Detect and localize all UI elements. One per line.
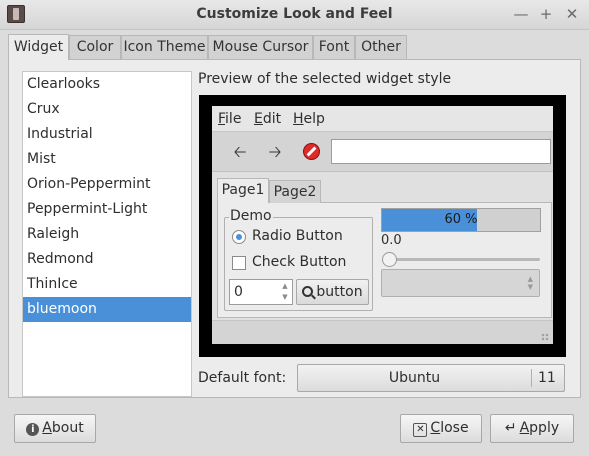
list-item[interactable]: Clearlooks (23, 72, 191, 97)
list-item[interactable]: Orion-Peppermint (23, 172, 191, 197)
menu-edit[interactable]: Edit (254, 111, 281, 127)
scale-value: 0.0 (381, 233, 402, 248)
progress-bar: 60 % (381, 208, 541, 232)
tab-other[interactable]: Other (355, 35, 407, 59)
tab-page2[interactable]: Page2 (269, 180, 321, 203)
list-item[interactable]: Raleigh (23, 222, 191, 247)
back-arrow-icon[interactable]: 🡠 (230, 142, 250, 162)
preview-menubar: File Edit Help (212, 106, 553, 132)
close-window-button[interactable]: ✕ (563, 5, 581, 23)
list-item[interactable]: Redmond (23, 247, 191, 272)
resize-grip-icon[interactable] (541, 333, 549, 341)
menu-help[interactable]: Help (293, 111, 325, 127)
tab-icon-theme[interactable]: Icon Theme (121, 35, 208, 59)
apply-button[interactable]: ↵ Apply (490, 414, 574, 443)
search-icon (302, 286, 314, 297)
list-item[interactable]: Crux (23, 97, 191, 122)
info-icon: i (26, 423, 40, 436)
check-button-label: Check Button (252, 254, 347, 270)
tab-page1[interactable]: Page1 (217, 178, 269, 203)
scale-track[interactable] (385, 258, 540, 261)
tab-color[interactable]: Color (69, 35, 121, 59)
demo-button[interactable]: button (296, 279, 369, 305)
check-button[interactable] (232, 256, 246, 270)
apply-arrow-icon: ↵ (504, 420, 517, 436)
title-bar: Customize Look and Feel — + ✕ (0, 0, 589, 30)
list-item[interactable]: Mist (23, 147, 191, 172)
list-item[interactable]: ThinIce (23, 272, 191, 297)
close-button[interactable]: ✕ Close (400, 414, 482, 443)
window-title: Customize Look and Feel (196, 6, 393, 22)
list-item-selected[interactable]: bluemoon (23, 297, 191, 322)
menu-file[interactable]: File (218, 111, 241, 127)
radio-button-label: Radio Button (252, 228, 343, 244)
preview-label: Preview of the selected widget style (198, 71, 452, 87)
minimize-button[interactable]: — (512, 5, 530, 23)
spin-button[interactable]: 0 ▲ ▼ (229, 279, 293, 305)
progress-text: 60 % (444, 212, 478, 227)
tab-widget[interactable]: Widget (8, 34, 69, 60)
stop-icon[interactable] (303, 143, 320, 160)
combo-box[interactable]: ▲ ▼ (381, 269, 540, 297)
maximize-button[interactable]: + (537, 5, 555, 23)
theme-list[interactable]: Clearlooks Crux Industrial Mist Orion-Pe… (22, 71, 192, 397)
default-font-label: Default font: (198, 370, 287, 386)
combo-arrows-icon: ▲ ▼ (527, 275, 533, 291)
list-item[interactable]: Peppermint-Light (23, 197, 191, 222)
radio-button[interactable] (232, 230, 246, 244)
scale-knob[interactable] (382, 252, 397, 267)
close-icon: ✕ (413, 423, 428, 437)
list-item[interactable]: Industrial (23, 122, 191, 147)
about-button[interactable]: i About (14, 414, 96, 443)
preview-statusbar (212, 320, 553, 344)
forward-arrow-icon[interactable]: 🡢 (265, 142, 285, 162)
spin-value: 0 (234, 284, 243, 300)
font-chooser-button[interactable]: Ubuntu 11 (297, 364, 565, 392)
font-size: 11 (538, 370, 556, 386)
spin-arrows-icon[interactable]: ▲ ▼ (280, 281, 290, 303)
demo-legend: Demo (229, 208, 273, 224)
tab-font[interactable]: Font (313, 35, 355, 59)
font-separator (531, 369, 532, 387)
font-name: Ubuntu (388, 370, 441, 386)
tab-mouse-cursor[interactable]: Mouse Cursor (208, 35, 313, 59)
toolbar-text-entry[interactable] (331, 139, 551, 164)
